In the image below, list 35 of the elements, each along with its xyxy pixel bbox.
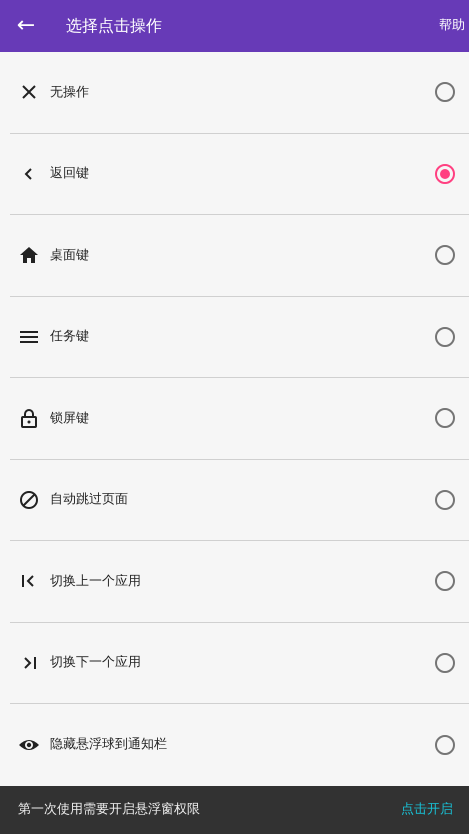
enable-button[interactable]: 点击开启: [401, 800, 453, 820]
radio-button[interactable]: [435, 490, 455, 510]
option-row[interactable]: 任务键: [10, 296, 469, 378]
radio-button[interactable]: [435, 82, 455, 102]
radio-button[interactable]: [435, 652, 455, 673]
back-button[interactable]: ←: [6, 15, 46, 38]
option-row[interactable]: 锁屏键: [10, 378, 469, 460]
option-label: 桌面键: [50, 246, 89, 265]
snackbar-message: 第一次使用需要开启悬浮窗权限: [18, 801, 200, 820]
option-row[interactable]: 返回键: [10, 134, 469, 216]
option-label: 锁屏键: [50, 410, 89, 428]
block-icon: [19, 490, 39, 510]
radio-button[interactable]: [435, 326, 455, 347]
option-label: 无操作: [50, 84, 89, 102]
help-button[interactable]: 帮助: [439, 16, 469, 36]
option-row[interactable]: 切换上一个应用: [10, 541, 469, 623]
option-row[interactable]: 桌面键: [10, 215, 469, 297]
option-row[interactable]: 隐藏悬浮球到通知栏: [10, 704, 469, 786]
option-label: 切换上一个应用: [50, 572, 141, 591]
option-label: 返回键: [50, 165, 89, 184]
option-row[interactable]: 无操作: [10, 52, 469, 134]
radio-button[interactable]: [435, 245, 455, 266]
lock-icon: [19, 408, 39, 428]
option-label: 隐藏悬浮球到通知栏: [50, 736, 167, 754]
radio-button[interactable]: [435, 571, 455, 592]
home-icon: [19, 245, 39, 266]
radio-button[interactable]: [435, 164, 455, 184]
option-label: 任务键: [50, 328, 89, 346]
option-label: 切换下一个应用: [50, 654, 141, 672]
radio-button[interactable]: [435, 408, 455, 428]
option-label: 自动跳过页面: [50, 491, 128, 510]
radio-button[interactable]: [435, 734, 455, 755]
page-title: 选择点击操作: [66, 15, 162, 38]
option-row[interactable]: 自动跳过页面: [10, 460, 469, 542]
option-row[interactable]: 切换下一个应用: [10, 622, 469, 704]
